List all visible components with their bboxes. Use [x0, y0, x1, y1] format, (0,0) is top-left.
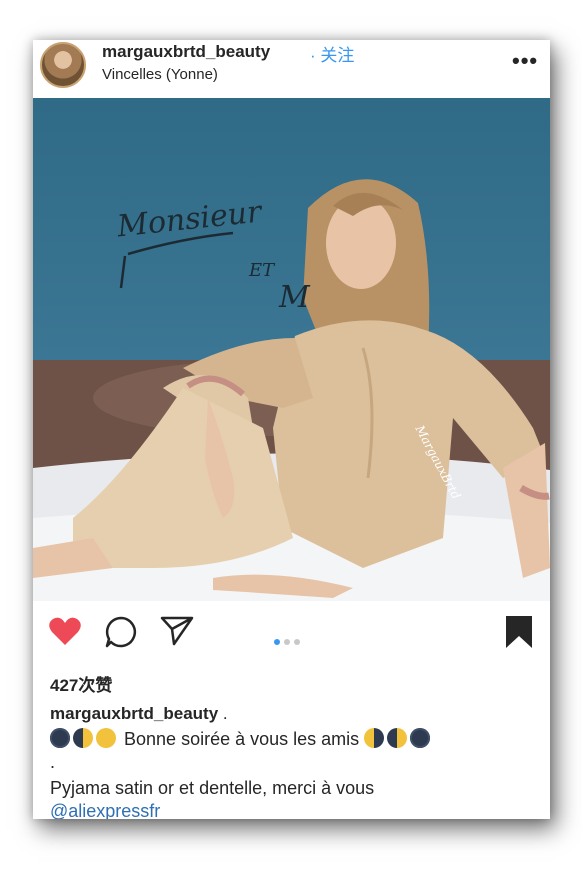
comment-icon: [105, 616, 137, 648]
full-moon-icon: [96, 728, 116, 748]
caption-username[interactable]: margauxbrtd_beauty .: [50, 704, 228, 724]
paper-plane-icon: [160, 616, 194, 646]
post-actions-bar: [33, 615, 550, 659]
carousel-dot: [284, 639, 290, 645]
share-button[interactable]: [160, 615, 194, 652]
caption-line-2: .: [50, 752, 56, 772]
follow-button[interactable]: · 关注: [310, 41, 354, 66]
new-moon-icon: [410, 728, 431, 748]
new-moon-icon: [50, 728, 70, 748]
caption-line-1: Bonne soirée à vous les amis: [50, 728, 433, 750]
instagram-post-card: margauxbrtd_beauty · 关注 Vincelles (Yonne…: [33, 40, 550, 819]
bookmark-filled-icon: [506, 616, 532, 648]
post-header: margauxbrtd_beauty · 关注 Vincelles (Yonne…: [33, 40, 550, 98]
waning-moon-icon: [364, 728, 385, 748]
follow-separator: ·: [310, 46, 316, 65]
waxing-moon-icon: [73, 728, 93, 748]
caption-period: .: [218, 704, 228, 723]
carousel-dot: [294, 639, 300, 645]
save-button[interactable]: [504, 615, 534, 654]
carousel-indicator: [274, 632, 304, 650]
carousel-dot-active: [274, 639, 280, 645]
post-username[interactable]: margauxbrtd_beauty: [102, 42, 270, 62]
wall-underline: [119, 231, 234, 289]
caption-line-3: Pyjama satin or et dentelle, merci à vou…: [50, 778, 375, 798]
waxing-moon-icon: [387, 728, 408, 748]
avatar[interactable]: [40, 42, 86, 88]
post-photo[interactable]: Monsieur ET M MargauxBrtd: [33, 98, 550, 601]
more-options-button[interactable]: •••: [512, 48, 538, 74]
likes-count[interactable]: 427次赞: [50, 671, 112, 696]
caption-username-text: margauxbrtd_beauty: [50, 704, 219, 723]
post-location[interactable]: Vincelles (Yonne): [102, 66, 218, 83]
comment-button[interactable]: [104, 615, 138, 654]
caption-mention-link[interactable]: @aliexpressfr: [50, 801, 160, 819]
heart-filled-icon: [49, 617, 81, 645]
follow-label: 关注: [320, 46, 355, 65]
like-button[interactable]: [48, 615, 82, 652]
caption-text-1: Bonne soirée à vous les amis: [124, 729, 360, 749]
